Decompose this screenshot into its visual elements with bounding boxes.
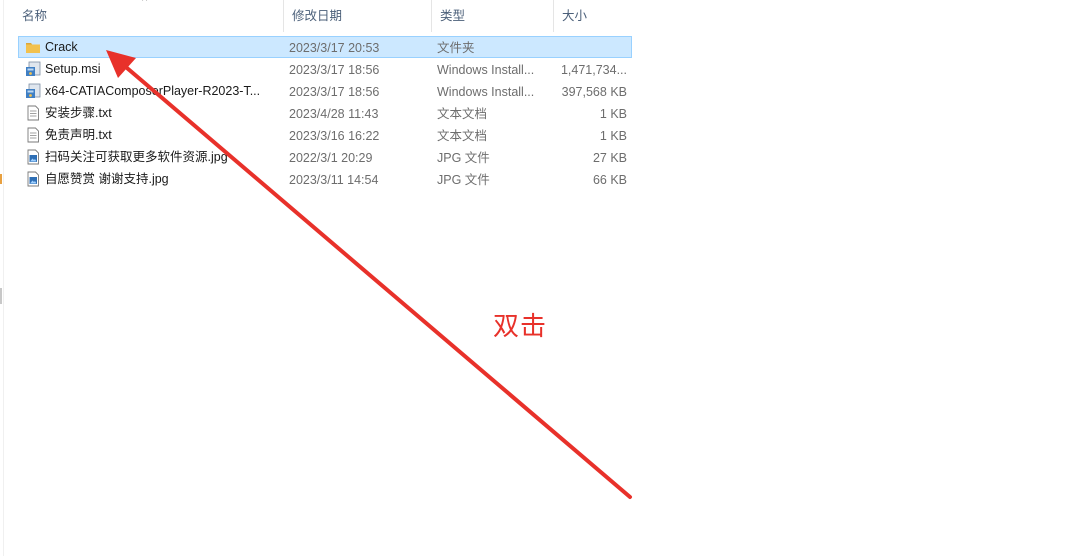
nav-pane-marker <box>0 174 2 184</box>
file-type: JPG 文件 <box>437 173 490 187</box>
file-type: 文件夹 <box>437 41 475 55</box>
file-name: Crack <box>45 40 78 54</box>
file-row-qr-image[interactable]: 扫码关注可获取更多软件资源.jpg 2022/3/1 20:29 JPG 文件 … <box>18 146 632 168</box>
file-name: x64-CATIAComposerPlayer-R2023-T... <box>45 84 261 98</box>
column-header-type[interactable]: 类型 <box>432 0 554 32</box>
file-size: 1 KB <box>599 129 627 143</box>
column-header-name[interactable]: 名称 ^ <box>14 0 284 32</box>
file-explorer-window: 名称 ^ 修改日期 类型 大小 Crack 2023/3/17 20:53 文件… <box>0 0 1080 556</box>
file-type: 文本文档 <box>437 107 488 121</box>
file-size: 27 KB <box>592 151 627 165</box>
column-header-size-label: 大小 <box>562 9 588 23</box>
file-row-catia-installer[interactable]: x64-CATIAComposerPlayer-R2023-T... 2023/… <box>18 80 632 102</box>
double-click-annotation: 双击 <box>493 312 548 342</box>
file-name: Setup.msi <box>45 62 101 76</box>
file-name-cell: Setup.msi <box>19 59 285 79</box>
file-type: JPG 文件 <box>437 151 490 165</box>
file-row-disclaimer[interactable]: 免责声明.txt 2023/3/16 16:22 文本文档 1 KB <box>18 124 632 146</box>
column-header-date-label: 修改日期 <box>292 9 343 23</box>
file-name: 安装步骤.txt <box>45 106 112 120</box>
column-header-name-label: 名称 <box>22 9 48 23</box>
file-date: 2023/3/17 20:53 <box>289 41 380 55</box>
column-header-date[interactable]: 修改日期 <box>284 0 432 32</box>
installer-icon <box>25 61 41 77</box>
column-header-bar: 名称 ^ 修改日期 类型 大小 <box>14 0 636 32</box>
image-file-icon <box>25 149 41 165</box>
file-date: 2023/4/28 11:43 <box>289 107 379 121</box>
file-date: 2023/3/16 16:22 <box>289 129 380 143</box>
file-name-cell: 扫码关注可获取更多软件资源.jpg <box>19 147 285 167</box>
installer-icon <box>25 83 41 99</box>
nav-pane-scroll-marker[interactable] <box>0 288 2 304</box>
file-size: 397,568 KB <box>561 85 627 99</box>
file-row-setup-msi[interactable]: Setup.msi 2023/3/17 18:56 Windows Instal… <box>18 58 632 80</box>
file-row-crack[interactable]: Crack 2023/3/17 20:53 文件夹 <box>18 36 632 58</box>
file-row-install-steps[interactable]: 安装步骤.txt 2023/4/28 11:43 文本文档 1 KB <box>18 102 632 124</box>
file-name-cell: 自愿赞赏 谢谢支持.jpg <box>19 169 285 189</box>
column-header-type-label: 类型 <box>440 9 466 23</box>
file-row-donation-image[interactable]: 自愿赞赏 谢谢支持.jpg 2023/3/11 14:54 JPG 文件 66 … <box>18 168 632 190</box>
file-name-cell: Crack <box>19 37 285 57</box>
file-name-cell: 免责声明.txt <box>19 125 285 145</box>
sort-ascending-icon: ^ <box>142 0 148 7</box>
file-type: 文本文档 <box>437 129 488 143</box>
file-date: 2023/3/11 14:54 <box>289 173 379 187</box>
file-type: Windows Install... <box>437 85 535 99</box>
column-header-size[interactable]: 大小 <box>554 0 636 32</box>
file-list: Crack 2023/3/17 20:53 文件夹 Setup.msi 2023… <box>18 36 632 190</box>
file-size: 1 KB <box>599 107 627 121</box>
text-file-icon <box>25 105 41 121</box>
text-file-icon <box>25 127 41 143</box>
file-size: 1,471,734... <box>560 63 627 77</box>
file-name-cell: x64-CATIAComposerPlayer-R2023-T... <box>19 81 285 101</box>
file-type: Windows Install... <box>437 63 535 77</box>
file-name-cell: 安装步骤.txt <box>19 103 285 123</box>
file-date: 2023/3/17 18:56 <box>289 85 380 99</box>
file-size <box>551 37 629 57</box>
file-date: 2022/3/1 20:29 <box>289 151 373 165</box>
folder-icon <box>25 39 41 55</box>
file-date: 2023/3/17 18:56 <box>289 63 380 77</box>
file-size: 66 KB <box>592 173 627 187</box>
image-file-icon <box>25 171 41 187</box>
file-name: 免责声明.txt <box>45 128 112 142</box>
file-name: 自愿赞赏 谢谢支持.jpg <box>45 172 169 186</box>
navigation-pane-edge[interactable] <box>0 0 4 556</box>
file-name: 扫码关注可获取更多软件资源.jpg <box>45 150 228 164</box>
